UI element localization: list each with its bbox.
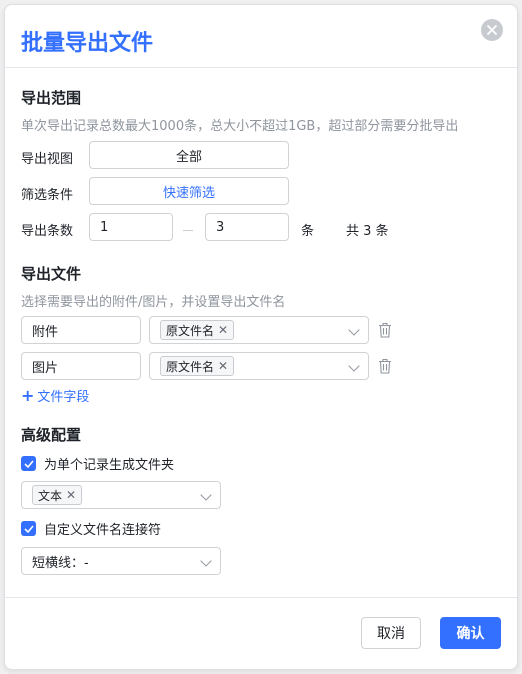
chevron-down-icon[interactable] <box>348 324 360 336</box>
view-select-value: 全部 <box>175 149 202 165</box>
file-field-select-image[interactable]: 图片 <box>21 352 141 380</box>
export-dialog: 批量导出文件 导出范围 单次导出记录总数最大1000条，总大小不超过1GB，超过… <box>4 4 518 670</box>
trash-icon[interactable] <box>378 358 392 374</box>
add-file-field-button[interactable]: + 文件字段 <box>21 386 89 405</box>
range-section-title: 导出范围 <box>21 89 82 107</box>
filename-rule-select[interactable]: 原文件名 ✕ <box>149 352 369 380</box>
folder-option-label: 为单个记录生成文件夹 <box>44 458 175 473</box>
filename-tag-label: 原文件名 <box>166 323 215 338</box>
filename-tag: 原文件名 ✕ <box>160 356 235 376</box>
chevron-down-icon[interactable] <box>348 360 360 372</box>
check-icon[interactable] <box>21 456 36 471</box>
filter-label: 筛选条件 <box>21 188 74 203</box>
tag-remove-icon[interactable]: ✕ <box>218 359 228 373</box>
count-total: 共 3 条 <box>346 224 389 239</box>
range-separator <box>183 230 193 231</box>
joiner-option-label: 自定义文件名连接符 <box>44 523 162 538</box>
folder-tag-label: 文本 <box>38 488 63 503</box>
tag-remove-icon[interactable]: ✕ <box>218 323 228 337</box>
plus-icon: + <box>21 385 35 405</box>
tag-remove-icon[interactable]: ✕ <box>66 488 76 502</box>
count-from-input[interactable]: 1 <box>89 213 173 241</box>
filename-rule-select[interactable]: 原文件名 ✕ <box>149 316 369 344</box>
view-label: 导出视图 <box>21 152 74 167</box>
close-icon[interactable] <box>481 19 503 41</box>
joiner-select-value: 短横线：- <box>32 555 89 571</box>
header-divider <box>5 67 517 68</box>
count-to-input[interactable]: 3 <box>205 213 289 241</box>
files-section-title: 导出文件 <box>21 265 82 283</box>
chevron-down-icon[interactable] <box>200 489 212 501</box>
footer-divider <box>5 597 517 598</box>
confirm-button[interactable]: 确认 <box>440 617 501 649</box>
range-hint: 单次导出记录总数最大1000条，总大小不超过1GB，超过部分需要分批导出 <box>21 119 459 134</box>
add-file-field-label: 文件字段 <box>37 390 90 405</box>
quick-filter-button[interactable]: 快速筛选 <box>89 177 289 205</box>
trash-icon[interactable] <box>378 322 392 338</box>
view-select[interactable]: 全部 <box>89 141 289 169</box>
folder-name-select[interactable]: 文本 ✕ <box>21 481 221 509</box>
count-from-value: 1 <box>100 219 109 235</box>
joiner-select[interactable]: 短横线：- <box>21 547 221 575</box>
advanced-section-title: 高级配置 <box>21 426 82 444</box>
folder-option[interactable]: 为单个记录生成文件夹 <box>21 454 174 473</box>
filename-tag: 原文件名 ✕ <box>160 320 235 340</box>
folder-tag: 文本 ✕ <box>32 485 83 505</box>
check-icon[interactable] <box>21 521 36 536</box>
quick-filter-label: 快速筛选 <box>162 185 215 201</box>
joiner-option[interactable]: 自定义文件名连接符 <box>21 519 161 538</box>
chevron-down-icon[interactable] <box>200 555 212 567</box>
file-field-name: 附件 <box>32 324 59 340</box>
cancel-button[interactable]: 取消 <box>361 617 421 649</box>
files-hint: 选择需要导出的附件/图片，并设置导出文件名 <box>21 295 286 310</box>
file-field-select-attachment[interactable]: 附件 <box>21 316 141 344</box>
filename-tag-label: 原文件名 <box>166 359 215 374</box>
dialog-title: 批量导出文件 <box>21 31 154 56</box>
count-label: 导出条数 <box>21 224 74 239</box>
count-to-value: 3 <box>216 219 225 235</box>
file-field-name: 图片 <box>32 360 59 376</box>
count-unit: 条 <box>301 224 315 239</box>
